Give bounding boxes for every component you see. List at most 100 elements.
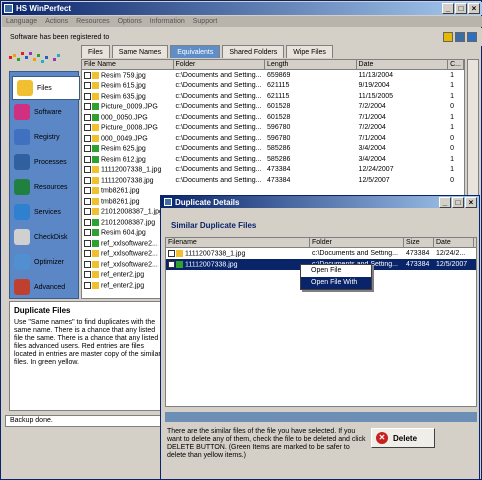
table-cell: 7/1/2004 — [358, 113, 386, 121]
delete-button[interactable]: ✕ Delete — [371, 428, 435, 448]
checkbox[interactable] — [84, 229, 91, 237]
checkbox[interactable] — [84, 271, 91, 279]
checkbox[interactable] — [84, 71, 91, 79]
registry-icon — [14, 129, 30, 145]
checkbox[interactable] — [168, 260, 175, 268]
table-row[interactable]: Picture_0009.JPG c:\Documents and Setting… — [82, 102, 464, 113]
checkbox[interactable] — [84, 281, 91, 289]
cell-filename: Picture_0008.JPG — [82, 124, 174, 131]
file-icon — [92, 71, 99, 79]
file-icon — [92, 197, 99, 205]
sidebar-item-resources[interactable]: Resources — [10, 175, 80, 199]
tab-equivalents[interactable]: Equivalents — [170, 45, 221, 58]
checkbox[interactable] — [84, 113, 91, 121]
table-cell: 0 — [450, 176, 454, 184]
file-icon — [176, 260, 183, 268]
sidebar-item-software[interactable]: Software — [10, 100, 80, 124]
sidebar-item-files[interactable]: Files — [12, 76, 80, 100]
context-open-file[interactable]: Open File — [301, 265, 371, 277]
checkbox[interactable] — [84, 250, 91, 258]
checkbox[interactable] — [84, 145, 91, 153]
checkbox[interactable] — [84, 187, 91, 195]
cell-filename: Resim 635.jpg — [82, 92, 174, 100]
checkbox[interactable] — [84, 260, 91, 268]
table-row[interactable]: Resim 612.jpg c:\Documents and Setting...… — [82, 154, 464, 165]
checkbox[interactable] — [84, 166, 91, 174]
column-folder[interactable]: Folder — [174, 60, 266, 69]
sidebar-item-registry[interactable]: Registry — [10, 125, 80, 149]
menu-information[interactable]: Information — [150, 18, 185, 25]
lock-icon[interactable] — [443, 32, 453, 42]
checkbox[interactable] — [84, 176, 91, 184]
file-icon — [92, 229, 99, 237]
tab-shared-folders[interactable]: Shared Folders — [222, 45, 285, 58]
sidebar-item-checkdisk[interactable]: CheckDisk — [10, 225, 80, 249]
file-icon — [92, 176, 99, 184]
column-date[interactable]: Date — [357, 60, 449, 69]
file-icon — [92, 113, 99, 121]
dialog-column-folder[interactable]: Folder — [310, 238, 404, 247]
table-row[interactable]: Resim 615.jpg c:\Documents and Setting...… — [82, 81, 464, 92]
dialog-maximize-button[interactable]: □ — [452, 197, 464, 208]
context-open-file-with[interactable]: Open File With — [301, 277, 371, 289]
save-icon[interactable] — [455, 32, 465, 42]
table-cell: c:\Documents and Setting... — [175, 166, 262, 174]
checkbox[interactable] — [84, 155, 91, 163]
table-row[interactable]: 000_0050.JPG c:\Documents and Setting... 6… — [82, 112, 464, 123]
tab-wipe-files[interactable]: Wipe Files — [286, 45, 333, 58]
dialog-column-size[interactable]: Size — [404, 238, 434, 247]
checkbox[interactable] — [84, 218, 91, 226]
table-row[interactable]: 11112007338.jpg c:\Documents and Setting.… — [82, 175, 464, 186]
maximize-button[interactable]: □ — [455, 3, 467, 14]
checkbox[interactable] — [84, 239, 91, 247]
checkbox[interactable] — [84, 82, 91, 90]
table-cell: c:\Documents and Setting... — [175, 155, 262, 163]
column-filename[interactable]: File Name — [82, 60, 174, 69]
table-cell: c:\Documents and Setting... — [175, 92, 262, 100]
processes-icon — [14, 154, 30, 170]
dialog-column-date[interactable]: Date — [434, 238, 474, 247]
dialog-row[interactable]: 11112007338_1.jpg c:\Documents and Setti… — [166, 248, 476, 259]
tab-same-names[interactable]: Same Names — [111, 45, 169, 58]
sidebar-item-processes[interactable]: Processes — [10, 150, 80, 174]
dialog-minimize-button[interactable]: _ — [439, 197, 451, 208]
table-row[interactable]: Resim 759.jpg c:\Documents and Setting...… — [82, 70, 464, 81]
checkbox[interactable] — [168, 249, 175, 257]
checkbox[interactable] — [84, 124, 91, 132]
minimize-button[interactable]: _ — [442, 3, 454, 14]
menu-support[interactable]: Support — [193, 18, 218, 25]
table-row[interactable]: Resim 635.jpg c:\Documents and Setting...… — [82, 91, 464, 102]
dialog-close-button[interactable]: × — [465, 197, 477, 208]
sidebar-item-advanced[interactable]: Advanced — [10, 275, 80, 299]
menu-options[interactable]: Options — [118, 18, 142, 25]
checkbox[interactable] — [84, 103, 91, 111]
table-row[interactable]: 11112007338_1.jpg c:\Documents and Settin… — [82, 165, 464, 176]
table-cell: c:\Documents and Setting... — [175, 113, 262, 121]
column-length[interactable]: Length — [265, 60, 357, 69]
column-count[interactable]: C... — [448, 60, 464, 69]
checkbox[interactable] — [84, 92, 91, 100]
sidebar-item-services[interactable]: Services — [10, 200, 80, 224]
table-row[interactable]: Resim 625.jpg c:\Documents and Setting...… — [82, 144, 464, 155]
file-icon — [92, 281, 99, 289]
table-row[interactable]: 000_0049.JPG c:\Documents and Setting... 5… — [82, 133, 464, 144]
checkbox[interactable] — [84, 197, 91, 205]
file-icon — [92, 124, 99, 132]
table-row[interactable]: Picture_0008.JPG c:\Documents and Setting… — [82, 123, 464, 134]
file-icon — [176, 249, 183, 257]
checkbox[interactable] — [84, 134, 91, 142]
table-cell: 1 — [450, 113, 454, 121]
dialog-column-filename[interactable]: Filename — [166, 238, 310, 247]
menu-actions[interactable]: Actions — [45, 18, 68, 25]
checkbox[interactable] — [84, 208, 91, 216]
close-button[interactable]: × — [468, 3, 480, 14]
files-icon — [17, 80, 33, 96]
menu-language[interactable]: Language — [6, 18, 37, 25]
tab-files[interactable]: Files — [81, 45, 110, 58]
table-cell: 7/1/2004 — [358, 134, 386, 142]
table-cell: c:\Documents and Setting... — [175, 103, 262, 111]
menu-resources[interactable]: Resources — [76, 18, 109, 25]
dialog-divider-bar — [165, 412, 477, 422]
sidebar-item-optimizer[interactable]: Optimizer — [10, 250, 80, 274]
help-icon[interactable] — [467, 32, 477, 42]
